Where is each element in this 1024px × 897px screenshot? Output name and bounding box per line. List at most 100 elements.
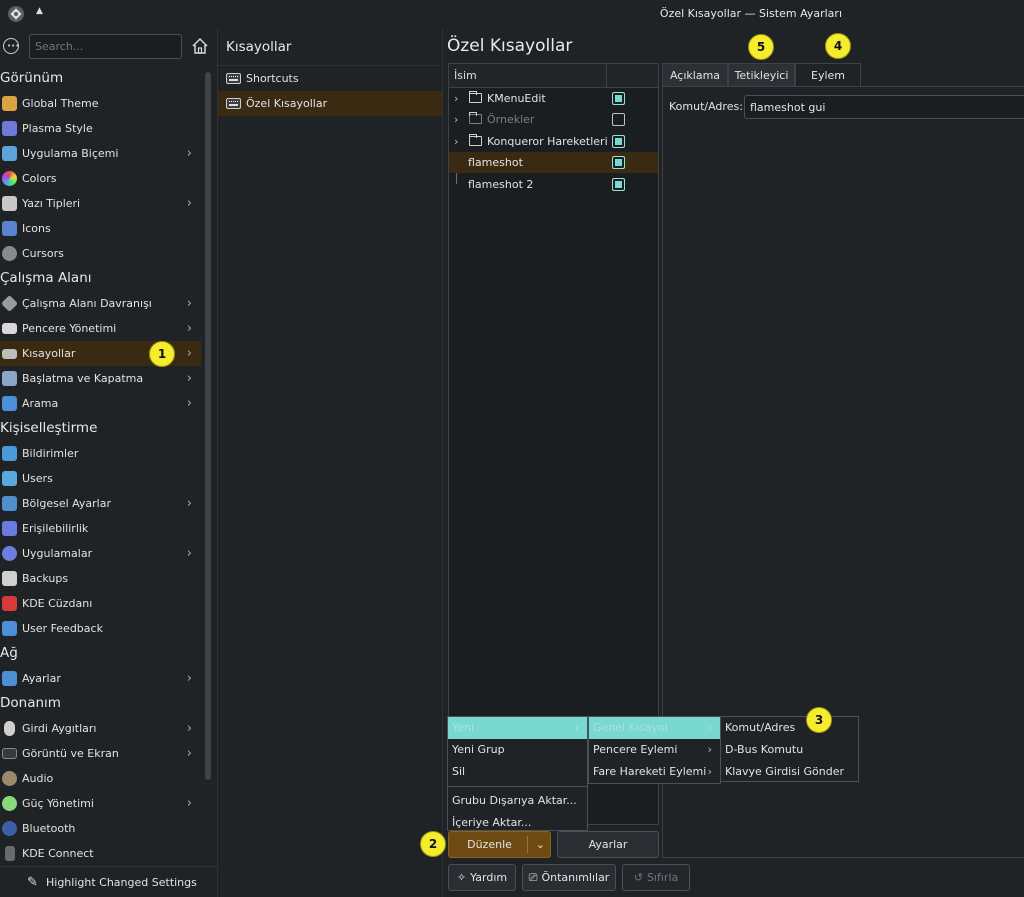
sidebar-item-application-style[interactable]: Uygulama Biçemi › (0, 141, 201, 166)
sidebar-item-label: Colors (22, 172, 57, 185)
sidebar-item-notifications[interactable]: Bildirimler (0, 441, 201, 466)
subpage-item-label: Özel Kısayollar (246, 97, 328, 110)
shortcuts-icon (2, 349, 17, 359)
tab-action[interactable]: Eylem (795, 63, 861, 87)
sidebar-item-workspace-behavior[interactable]: Çalışma Alanı Davranışı › (0, 291, 201, 316)
sidebar-item-regional-settings[interactable]: Bölgesel Ayarlar › (0, 491, 201, 516)
sidebar-item-display[interactable]: Görüntü ve Ekran › (0, 741, 201, 766)
menu-item-new[interactable]: Yeni › (448, 717, 587, 739)
hamburger-menu-icon[interactable]: ••• (3, 38, 19, 54)
chevron-right-icon: › (186, 296, 192, 311)
sidebar-item-global-theme[interactable]: Global Theme (0, 91, 201, 116)
chevron-right-icon: › (186, 146, 192, 161)
menu-item-export-group[interactable]: Grubu Dışarıya Aktar... (448, 790, 587, 812)
defaults-button-label: Öntanımlılar (541, 871, 610, 884)
enabled-checkbox[interactable] (612, 135, 625, 148)
sidebar-item-icons[interactable]: Icons (0, 216, 201, 241)
pencil-icon: ✎ (27, 875, 38, 890)
tree-row-flameshot-2[interactable]: flameshot 2 (449, 174, 658, 195)
sidebar-item-cursors[interactable]: Cursors (0, 241, 201, 266)
expand-arrow-icon[interactable]: › (454, 88, 458, 109)
sidebar-item-applications[interactable]: Uygulamalar › (0, 541, 201, 566)
menu-item-label: Genel Kısayol (593, 721, 668, 734)
input-devices-icon (4, 721, 15, 736)
accessibility-icon (2, 521, 17, 536)
sidebar-item-label: Arama (22, 397, 59, 410)
sidebar-item-audio[interactable]: Audio (0, 766, 201, 791)
menu-item-dbus-command[interactable]: D-Bus Komutu (721, 739, 858, 761)
menu-item-new-group[interactable]: Yeni Grup (448, 739, 587, 761)
enabled-checkbox[interactable] (612, 156, 625, 169)
tree-row-flameshot[interactable]: flameshot (449, 152, 658, 173)
menu-item-delete[interactable]: Sil (448, 761, 587, 783)
settings-button[interactable]: Ayarlar (557, 831, 659, 858)
annotation-badge-3: 3 (806, 707, 832, 733)
annotation-badge-1: 1 (149, 341, 175, 367)
edit-button[interactable]: Düzenle ⌄ (448, 831, 551, 858)
reset-button-label: Sıfırla (646, 871, 679, 884)
menu-item-mouse-gesture-action[interactable]: Fare Hareketi Eylemi › (589, 761, 720, 783)
help-button[interactable]: ✧ Yardım (448, 864, 516, 891)
audio-icon (2, 771, 17, 786)
tree-row-konqueror-gestures[interactable]: › Konqueror Hareketleri (449, 131, 658, 152)
edit-menu: Yeni › Yeni Grup Sil Grubu Dışarıya Aktar… (447, 716, 588, 831)
sidebar-item-kde-connect[interactable]: KDE Connect (0, 841, 201, 866)
menu-item-window-action[interactable]: Pencere Eylemi › (589, 739, 720, 761)
menu-item-send-keyboard-input[interactable]: Klavye Girdisi Gönder (721, 761, 858, 783)
chevron-down-icon[interactable]: ⌄ (536, 832, 545, 857)
tab-trigger[interactable]: Tetikleyici (728, 63, 795, 87)
sidebar-item-users[interactable]: Users (0, 466, 201, 491)
chevron-right-icon: › (186, 396, 192, 411)
command-input[interactable] (744, 95, 1024, 119)
expand-arrow-icon[interactable]: › (454, 131, 458, 152)
expand-arrow-icon[interactable]: › (454, 109, 458, 130)
sidebar-item-search[interactable]: Arama › (0, 391, 201, 416)
tree-row-examples[interactable]: › Örnekler (449, 109, 658, 130)
reset-button[interactable]: ↺ Sıfırla (622, 864, 690, 891)
sidebar-item-power-management[interactable]: Güç Yönetimi › (0, 791, 201, 816)
menu-item-label: Fare Hareketi Eylemi (593, 765, 707, 778)
enabled-checkbox[interactable] (612, 92, 625, 105)
power-management-icon (2, 796, 17, 811)
defaults-icon: ⎚ (528, 871, 538, 884)
enabled-checkbox[interactable] (612, 113, 625, 126)
defaults-button[interactable]: ⎚ Öntanımlılar (522, 864, 616, 891)
sidebar-item-input-devices[interactable]: Girdi Aygıtları › (0, 716, 201, 741)
kde-wallet-icon (2, 596, 17, 611)
sidebar-scrollbar[interactable] (205, 72, 211, 780)
subpage-item-custom-shortcuts[interactable]: Özel Kısayollar (218, 91, 442, 116)
sidebar-item-plasma-style[interactable]: Plasma Style (0, 116, 201, 141)
keyboard-icon (226, 73, 241, 84)
sidebar-item-window-management[interactable]: Pencere Yönetimi › (0, 316, 201, 341)
chevron-right-icon: › (707, 721, 712, 734)
sidebar-item-bluetooth[interactable]: Bluetooth (0, 816, 201, 841)
colors-icon (2, 171, 17, 186)
sidebar-item-label: Uygulamalar (22, 547, 93, 560)
menu-item-import[interactable]: İçeriye Aktar... (448, 812, 587, 834)
home-icon[interactable] (191, 37, 209, 55)
sidebar-item-backups[interactable]: Backups (0, 566, 201, 591)
menu-item-global-shortcut[interactable]: Genel Kısayol › (589, 717, 720, 739)
enabled-checkbox[interactable] (612, 178, 625, 191)
keep-above-icon[interactable]: ▲ (36, 6, 43, 16)
menu-item-command-url[interactable]: Komut/Adres (721, 717, 858, 739)
tree-row-kmenuedit[interactable]: › KMenuEdit (449, 88, 658, 109)
sidebar-item-fonts[interactable]: Yazı Tipleri › (0, 191, 201, 216)
sidebar-item-colors[interactable]: Colors (0, 166, 201, 191)
highlight-changed-settings-button[interactable]: ✎ Highlight Changed Settings (0, 866, 218, 897)
sidebar-item-kde-wallet[interactable]: KDE Cüzdanı (0, 591, 201, 616)
sidebar-item-network-settings[interactable]: Ayarlar › (0, 666, 201, 691)
sidebar-nav: Görünüm Global Theme Plasma Style Uygula… (0, 66, 201, 866)
system-settings-app-icon[interactable] (7, 5, 25, 23)
fonts-icon (2, 196, 17, 211)
sidebar-item-startup-shutdown[interactable]: Başlatma ve Kapatma › (0, 366, 201, 391)
subpage-item-shortcuts[interactable]: Shortcuts (218, 66, 442, 91)
sidebar-item-user-feedback[interactable]: User Feedback (0, 616, 201, 641)
column-name-header[interactable]: İsim (454, 69, 477, 82)
chevron-right-icon: › (186, 671, 192, 686)
backups-icon (2, 571, 17, 586)
chevron-right-icon: › (186, 746, 192, 761)
tab-comment[interactable]: Açıklama (662, 63, 728, 87)
sidebar-item-accessibility[interactable]: Erişilebilirlik (0, 516, 201, 541)
search-input[interactable] (29, 34, 182, 59)
